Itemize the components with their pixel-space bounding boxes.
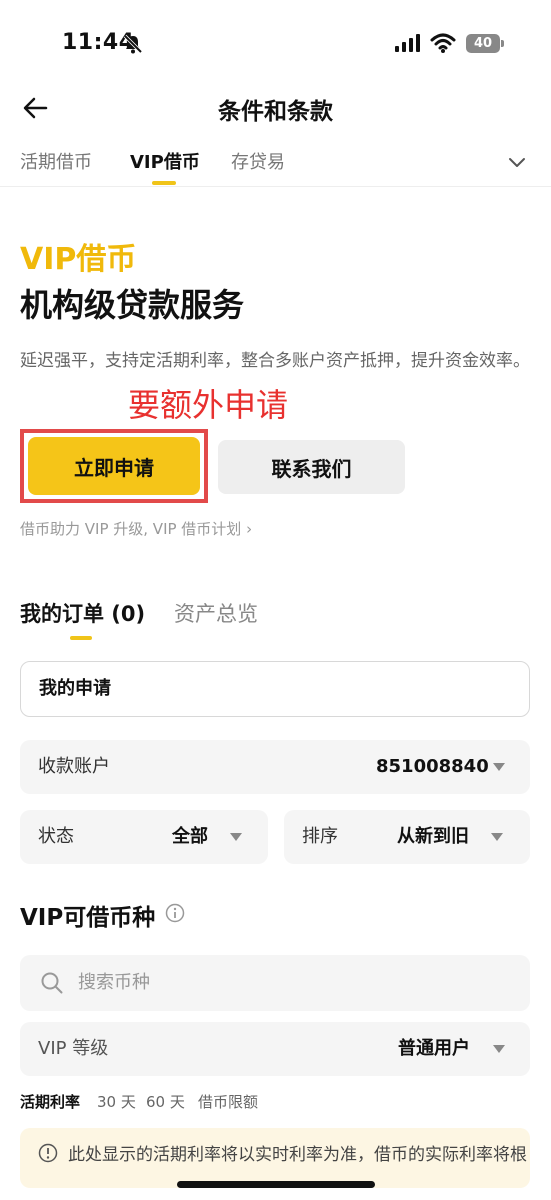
vip-level-label: VIP 等级 <box>38 1038 109 1059</box>
tab-demand-borrow[interactable]: 活期借币 <box>20 148 92 174</box>
tab-60-days[interactable]: 60 天 <box>146 1091 185 1112</box>
hero-subtitle: VIP借币 <box>20 242 137 277</box>
hero-title: 机构级贷款服务 <box>20 286 245 324</box>
battery-level: 40 <box>473 36 493 51</box>
vip-plan-link[interactable]: 借币助力 VIP 升级, VIP 借币计划 › <box>20 518 252 539</box>
tab-30-days[interactable]: 30 天 <box>97 1091 136 1112</box>
top-tab-bar: 活期借币 VIP借币 存贷易 <box>0 145 551 187</box>
status-label: 状态 <box>38 826 74 847</box>
tab-asset-overview[interactable]: 资产总览 <box>174 598 258 628</box>
home-indicator <box>177 1181 375 1188</box>
apply-now-button[interactable]: 立即申请 <box>28 437 200 495</box>
tab-deposit-loan[interactable]: 存贷易 <box>231 148 285 174</box>
wifi-icon <box>430 33 456 53</box>
sort-order-select[interactable]: 排序 从新到旧 <box>284 810 530 864</box>
account-value: 851008840 <box>376 756 489 777</box>
tab-borrow-limit[interactable]: 借币限额 <box>198 1091 258 1112</box>
info-icon[interactable] <box>165 903 185 923</box>
tab-demand-rate[interactable]: 活期利率 <box>20 1091 80 1112</box>
caret-down-icon <box>493 763 505 771</box>
receiving-account-select[interactable]: 收款账户 851008840 <box>20 740 530 794</box>
sort-value: 从新到旧 <box>397 826 469 847</box>
annotation-text: 要额外申请 <box>128 386 289 424</box>
account-label: 收款账户 <box>38 756 110 777</box>
my-application-item[interactable]: 我的申请 <box>20 661 530 717</box>
sort-label: 排序 <box>302 826 338 847</box>
notice-text: 此处显示的活期利率将以实时利率为准，借币的实际利率将根 <box>68 1145 527 1165</box>
caret-down-icon <box>491 833 503 841</box>
battery-icon: 40 <box>466 34 504 53</box>
tab-vip-borrow[interactable]: VIP借币 <box>130 148 200 174</box>
page-title: 条件和条款 <box>218 99 333 125</box>
rate-notice: 此处显示的活期利率将以实时利率为准，借币的实际利率将根 <box>20 1128 530 1188</box>
bell-muted-icon <box>123 34 143 54</box>
status-filter-select[interactable]: 状态 全部 <box>20 810 268 864</box>
vip-level-select[interactable]: VIP 等级 普通用户 <box>20 1022 530 1076</box>
hero-description: 延迟强平，支持定活期利率，整合多账户资产抵押，提升资金效率。 <box>20 351 530 371</box>
contact-us-button[interactable]: 联系我们 <box>218 440 405 494</box>
info-icon <box>38 1143 58 1163</box>
caret-down-icon <box>230 833 242 841</box>
caret-down-icon <box>493 1045 505 1053</box>
search-icon <box>41 972 63 994</box>
orders-tab-indicator <box>70 636 92 640</box>
status-value: 全部 <box>172 826 208 847</box>
chevron-down-icon[interactable] <box>504 150 530 174</box>
tab-my-orders[interactable]: 我的订单 (0) <box>20 598 145 628</box>
vip-coins-title: VIP可借币种 <box>20 905 156 931</box>
active-tab-indicator <box>152 181 176 185</box>
coin-search-input[interactable]: 搜索币种 <box>20 955 530 1011</box>
cellular-signal-icon <box>395 34 420 52</box>
vip-level-value: 普通用户 <box>398 1038 470 1059</box>
status-bar: 11:44 40 <box>0 0 551 90</box>
search-placeholder: 搜索币种 <box>78 972 150 993</box>
